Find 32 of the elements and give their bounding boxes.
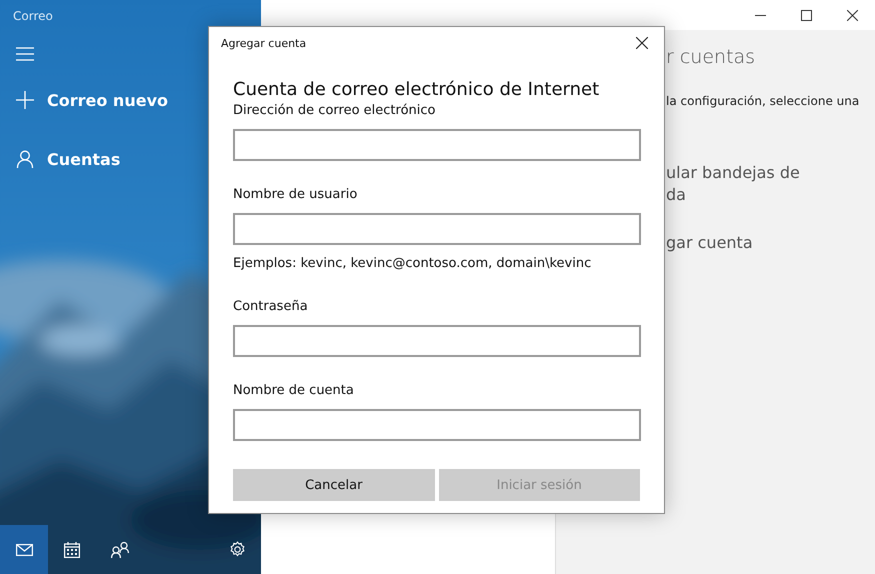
dialog-heading: Cuenta de correo electrónico de Internet (233, 79, 600, 101)
people-icon (111, 542, 129, 558)
input-field[interactable] (233, 213, 641, 245)
dialog-title: Agregar cuenta (221, 36, 306, 50)
menu-icon (16, 47, 34, 61)
input-field[interactable] (233, 325, 641, 357)
mail-button[interactable] (0, 525, 48, 574)
envelope-icon (16, 544, 32, 556)
calendar-icon (64, 542, 80, 558)
nav-item[interactable]: Correo nuevo (0, 88, 168, 112)
close-button[interactable] (636, 37, 648, 49)
close-icon (846, 10, 858, 20)
input-field[interactable] (233, 409, 641, 441)
input-field[interactable] (233, 129, 641, 161)
field-label: Dirección de correo electrónico (233, 102, 436, 120)
close-icon (636, 37, 648, 49)
settings-link[interactable]: gar cuenta (666, 232, 875, 254)
app-title: Correo (12, 8, 54, 25)
field-label: Nombre de usuario (233, 186, 358, 204)
field-label: Contraseña (233, 298, 309, 316)
maximize-icon (800, 10, 812, 20)
pane-description: la configuración, seleccione una (666, 94, 860, 108)
person-icon (16, 150, 34, 168)
nav-item[interactable]: Cuentas (0, 147, 120, 171)
settings-link[interactable]: ular bandejas de da (666, 162, 875, 206)
cancel-button[interactable]: Cancelar (233, 469, 434, 501)
field-label: Nombre de cuenta (233, 382, 355, 400)
pane-title: r cuentas (666, 46, 756, 68)
field-hint: Ejemplos: kevinc, kevinc@contoso.com, domain\kevinc (233, 255, 592, 273)
menu-button[interactable] (16, 47, 34, 61)
plus-icon (16, 91, 34, 109)
settings-icon (228, 541, 246, 558)
